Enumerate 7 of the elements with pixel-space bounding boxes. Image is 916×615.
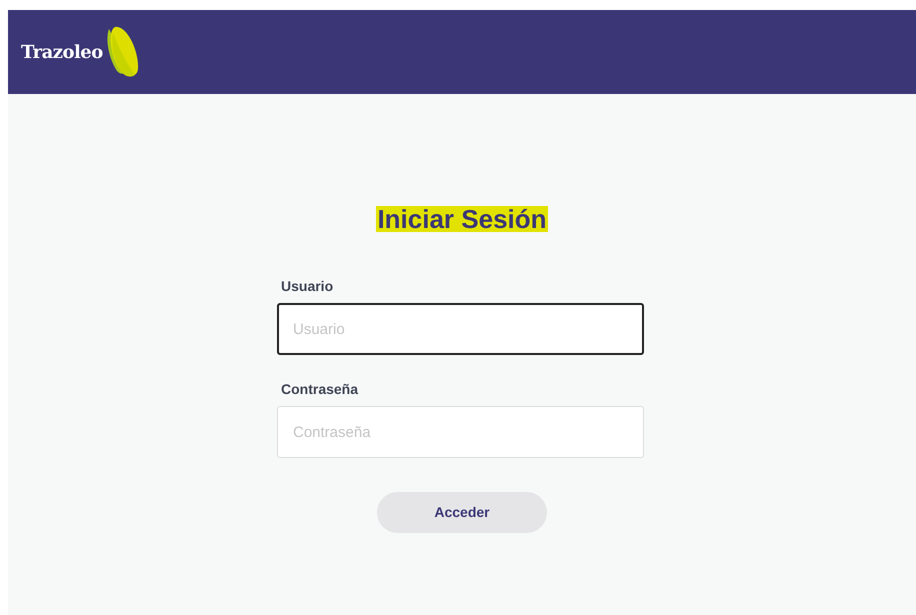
brand-name: Trazoleo: [21, 40, 103, 64]
input-field[interactable]: Usuario: [277, 303, 644, 355]
field-label: Usuario: [280, 277, 334, 296]
page-title: Iniciar Sesión: [376, 206, 548, 232]
login-button[interactable]: Acceder: [377, 492, 547, 533]
field-label: Contraseña: [280, 380, 360, 399]
leaf-logo-icon: [104, 25, 141, 79]
